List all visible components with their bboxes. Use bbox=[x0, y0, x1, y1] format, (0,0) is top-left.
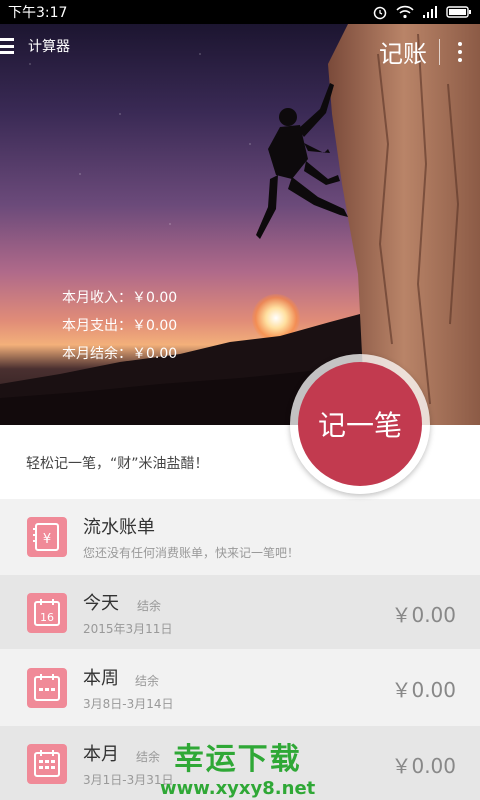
page-title: 记账 bbox=[379, 40, 427, 68]
calendar-day-icon: 16 bbox=[27, 593, 67, 633]
ledger-subtitle: 您还没有任何消费账单，快来记一笔吧！ bbox=[83, 546, 300, 560]
more-options-icon[interactable] bbox=[452, 41, 468, 62]
add-record-button-ring: 记一笔 bbox=[290, 354, 430, 494]
signal-icon bbox=[423, 6, 437, 18]
alarm-icon bbox=[373, 6, 387, 20]
list-item-week[interactable]: 本周 结余 3月8日-3月14日 ￥0.00 bbox=[0, 650, 480, 724]
status-icons bbox=[372, 4, 472, 20]
watermark-url: www.xyxy8.net bbox=[160, 778, 316, 799]
week-amount: ￥0.00 bbox=[391, 678, 456, 702]
week-balance-tag: 结余 bbox=[135, 674, 160, 688]
month-balance-tag: 结余 bbox=[136, 750, 161, 764]
today-title: 今天 bbox=[83, 593, 119, 614]
list-item-today[interactable]: 16 今天 结余 2015年3月11日 ￥0.00 bbox=[0, 575, 480, 649]
watermark-title: 幸运下载 bbox=[173, 742, 302, 777]
header-right: 记账 bbox=[379, 34, 468, 69]
today-balance-tag: 结余 bbox=[137, 599, 162, 613]
add-record-button[interactable]: 记一笔 bbox=[298, 362, 422, 486]
week-range: 3月8日-3月14日 bbox=[83, 697, 174, 711]
ledger-icon: ¥ bbox=[27, 517, 67, 557]
today-date: 2015年3月11日 bbox=[83, 622, 173, 636]
site-watermark: 幸运下载 www.xyxy8.net bbox=[160, 734, 315, 799]
monthly-expense: 本月支出：￥0.00 bbox=[62, 318, 178, 334]
monthly-balance: 本月结余：￥0.00 bbox=[62, 346, 178, 362]
wifi-icon bbox=[396, 5, 414, 19]
calendar-month-icon bbox=[27, 744, 67, 784]
battery-icon bbox=[446, 6, 471, 18]
monthly-summary: 本月收入：￥0.00 本月支出：￥0.00 本月结余：￥0.00 bbox=[62, 284, 177, 368]
calendar-day-number: 16 bbox=[40, 611, 54, 624]
list-item-ledger[interactable]: ¥ 流水账单 您还没有任何消费账单，快来记一笔吧！ bbox=[0, 499, 480, 573]
month-title: 本月 bbox=[83, 744, 119, 765]
slogan-text: 轻松记一笔，“财”米油盐醋！ bbox=[26, 456, 209, 472]
ledger-title: 流水账单 bbox=[83, 517, 155, 538]
today-amount: ￥0.00 bbox=[391, 603, 456, 627]
menu-icon[interactable] bbox=[0, 38, 16, 54]
status-bar: 下午3:17 bbox=[0, 0, 480, 24]
week-title: 本周 bbox=[83, 668, 119, 689]
header-divider bbox=[439, 38, 440, 65]
status-time: 下午3:17 bbox=[8, 5, 68, 21]
calculator-link[interactable]: 计算器 bbox=[28, 36, 70, 56]
month-amount: ￥0.00 bbox=[391, 754, 456, 778]
monthly-income: 本月收入：￥0.00 bbox=[62, 290, 178, 306]
header-left: 计算器 bbox=[0, 36, 70, 56]
calendar-week-icon bbox=[27, 668, 67, 708]
climber-silhouette bbox=[256, 83, 348, 239]
svg-text:¥: ¥ bbox=[43, 532, 51, 547]
